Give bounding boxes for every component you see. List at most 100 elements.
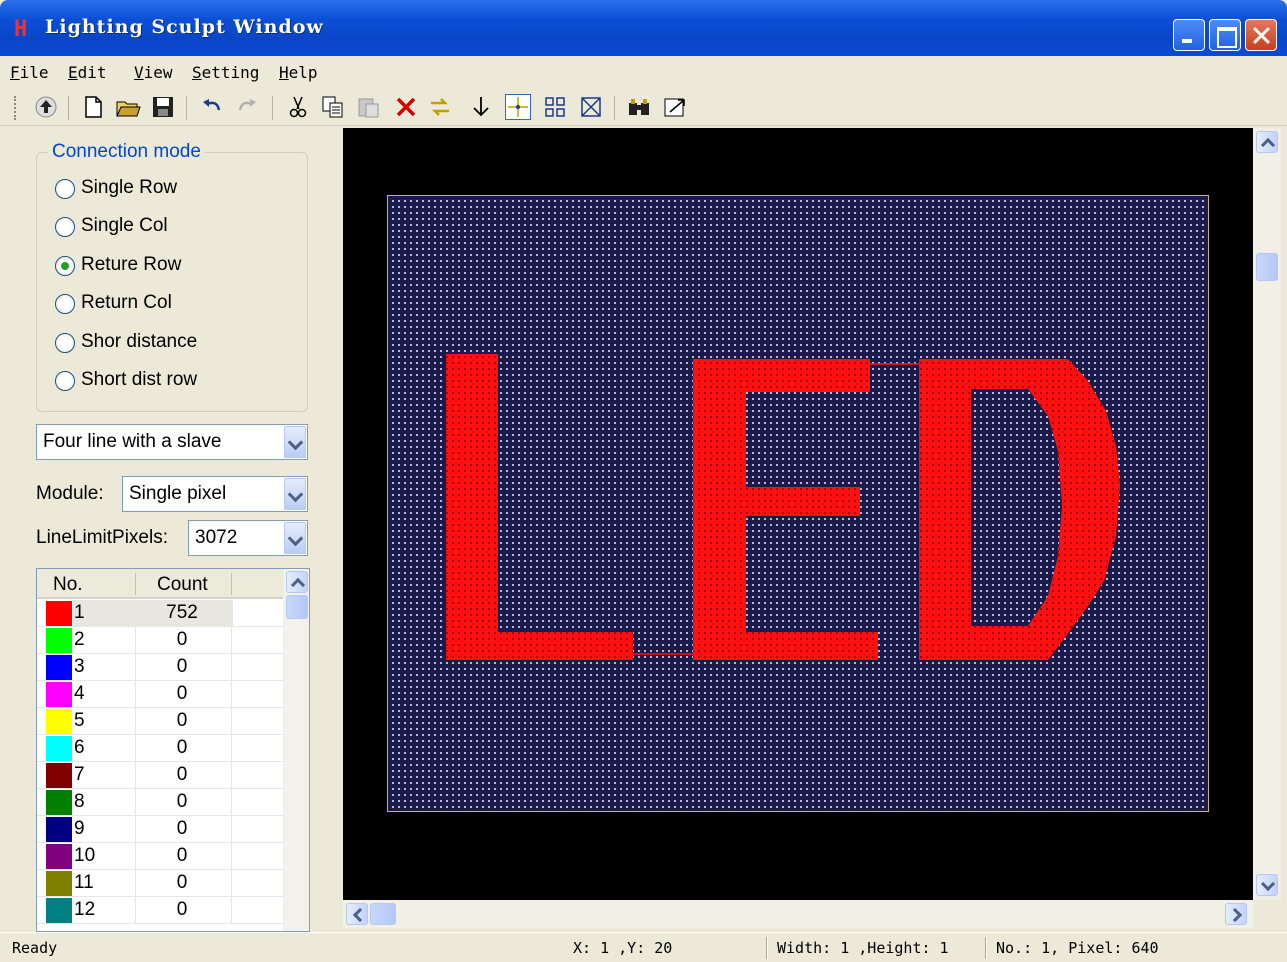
menu-file[interactable]: File <box>10 63 49 82</box>
table-row[interactable]: 1 752 <box>37 600 283 627</box>
open-folder-icon[interactable] <box>115 94 141 120</box>
scroll-thumb[interactable] <box>1256 253 1278 281</box>
copy-icon[interactable] <box>320 94 346 120</box>
status-divider <box>766 937 768 959</box>
radio-button[interactable] <box>55 217 75 237</box>
chevron-down-icon[interactable] <box>284 426 306 458</box>
export-icon[interactable] <box>662 94 688 120</box>
row-number: 6 <box>74 737 85 758</box>
table-row[interactable]: 10 0 <box>37 843 283 870</box>
maximize-button[interactable] <box>1209 19 1241 51</box>
color-swatch <box>46 898 72 923</box>
paste-icon[interactable] <box>356 94 382 120</box>
status-pixel: No.: 1, Pixel: 640 <box>996 939 1159 957</box>
scroll-up-button[interactable] <box>1256 131 1278 153</box>
table-row[interactable]: 90 <box>37 816 283 843</box>
column-divider[interactable] <box>135 573 136 595</box>
menu-help[interactable]: Help <box>279 63 318 82</box>
scroll-up-button[interactable] <box>286 571 308 593</box>
cell-divider <box>231 816 232 843</box>
row-number: 8 <box>74 791 85 812</box>
line-mode-select[interactable]: Four line with a slave <box>36 424 308 460</box>
column-header-no[interactable]: No. <box>53 574 83 596</box>
cell-divider <box>135 816 136 843</box>
table-row[interactable]: 50 <box>37 708 283 735</box>
radio-button[interactable] <box>55 294 75 314</box>
title-bar[interactable]: H Lighting Sculpt Window <box>0 0 1287 56</box>
menu-edit[interactable]: Edit <box>68 63 107 82</box>
column-divider[interactable] <box>231 573 232 595</box>
row-count: 0 <box>176 656 188 677</box>
table-row[interactable]: 20 <box>37 627 283 654</box>
toolbar-separator <box>68 96 69 120</box>
up-arrow-icon[interactable] <box>33 94 59 120</box>
table-row[interactable]: 40 <box>37 681 283 708</box>
cell-divider <box>231 681 232 708</box>
led-shape[interactable] <box>388 196 1210 813</box>
row-number: 7 <box>74 764 85 785</box>
cut-icon[interactable] <box>285 94 311 120</box>
row-number: 4 <box>74 683 85 704</box>
undo-icon[interactable] <box>199 94 225 120</box>
radio-button[interactable] <box>55 333 75 353</box>
radio-button[interactable] <box>55 371 75 391</box>
scroll-thumb[interactable] <box>286 595 308 619</box>
cell-divider <box>135 735 136 762</box>
chevron-down-icon[interactable] <box>284 478 306 510</box>
scroll-thumb[interactable] <box>370 903 396 925</box>
swap-icon[interactable] <box>427 94 453 120</box>
status-coords: X: 1 ,Y: 20 <box>573 939 673 957</box>
table-row[interactable]: 11 0 <box>37 870 283 897</box>
row-count: 0 <box>176 899 188 920</box>
scroll-down-button[interactable] <box>1256 874 1278 896</box>
module-select[interactable]: Single pixel <box>122 476 308 512</box>
toolbar-grip[interactable] <box>14 96 17 120</box>
connection-mode-title: Connection mode <box>48 141 205 163</box>
minimize-button[interactable] <box>1173 19 1205 51</box>
table-row[interactable]: 80 <box>37 789 283 816</box>
new-file-icon[interactable] <box>80 94 106 120</box>
close-button[interactable] <box>1245 19 1277 51</box>
column-header-count[interactable]: Count <box>157 574 208 596</box>
table-row[interactable]: 60 <box>37 735 283 762</box>
table-row[interactable]: 12 0 <box>37 897 283 924</box>
binoculars-icon[interactable] <box>626 94 652 120</box>
cell-divider <box>135 708 136 735</box>
chevron-down-icon[interactable] <box>284 522 306 554</box>
line-limit-select[interactable]: 3072 <box>188 520 308 556</box>
menu-setting[interactable]: Setting <box>192 63 259 82</box>
redo-icon[interactable] <box>234 94 260 120</box>
canvas-vertical-scrollbar[interactable] <box>1253 128 1281 900</box>
menu-view[interactable]: View <box>134 63 173 82</box>
table-row[interactable]: 30 <box>37 654 283 681</box>
grid-icon[interactable] <box>542 94 568 120</box>
row-count: 0 <box>176 791 188 812</box>
row-number: 1 <box>74 602 85 623</box>
scroll-left-button[interactable] <box>346 903 368 925</box>
list-header: No. Count <box>37 569 283 599</box>
radio-button-checked[interactable] <box>55 256 75 276</box>
row-number: 5 <box>74 710 85 731</box>
table-row[interactable]: 70 <box>37 762 283 789</box>
app-logo-icon: H <box>14 17 28 42</box>
delete-icon[interactable] <box>393 94 419 120</box>
status-size: Width: 1 ,Height: 1 <box>777 939 949 957</box>
list-scrollbar[interactable] <box>283 569 309 931</box>
color-swatch <box>46 736 72 761</box>
row-count: 0 <box>176 629 188 650</box>
port-list[interactable]: No. Count 1 752 2 0 3 0 4 0 5 0 6 0 7 0 8 0 9 0 10 0 11 0 12 0 <box>36 568 310 932</box>
crosshair-select-icon[interactable] <box>505 94 531 120</box>
save-icon[interactable] <box>150 94 176 120</box>
color-swatch <box>46 871 72 896</box>
radio-button[interactable] <box>55 179 75 199</box>
toolbar-separator <box>272 96 273 120</box>
design-canvas[interactable] <box>343 128 1253 900</box>
cell-divider <box>231 627 232 654</box>
move-down-icon[interactable] <box>468 94 494 120</box>
scroll-right-button[interactable] <box>1225 903 1247 925</box>
window-title: Lighting Sculpt Window <box>45 16 324 38</box>
cross-box-icon[interactable] <box>578 94 604 120</box>
canvas-horizontal-scrollbar[interactable] <box>343 900 1253 928</box>
row-count: 752 <box>166 602 198 623</box>
led-pixel-grid[interactable] <box>387 195 1209 812</box>
